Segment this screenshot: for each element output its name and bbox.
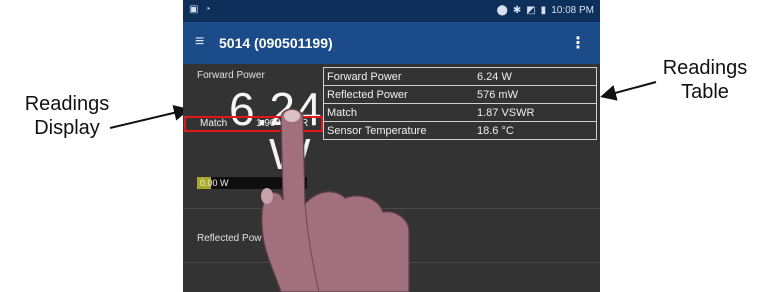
callout-right-line1: Readings (662, 57, 748, 79)
reflected-power-label: Reflected Pow (197, 233, 262, 244)
readings-display-callout: Readings Display (12, 92, 122, 140)
reading-value: 1.87 VSWR (474, 103, 597, 122)
table-row: Forward Power 6.24 W (323, 67, 597, 86)
reading-value: 18.6 °C (474, 121, 597, 140)
power-bar-start-label: 0.00 W (200, 178, 229, 188)
signal-icon: ◩ (526, 5, 536, 16)
overflow-menu-icon[interactable]: ⋮ (570, 33, 586, 53)
battery-icon: ▮ (540, 5, 547, 16)
app-bar: ≡ 5014 (090501199) ⋮ (183, 22, 600, 64)
readings-table-arrow (600, 81, 657, 101)
location-icon: ⬤ (496, 5, 508, 16)
forward-power-label: Forward Power (197, 70, 265, 81)
reading-name: Forward Power (323, 67, 474, 86)
screenshot-notification-icon: ▣ (189, 4, 199, 15)
reading-name: Reflected Power (323, 85, 474, 104)
status-time: 10:08 PM (551, 5, 594, 16)
callout-left-line1: Readings (24, 93, 110, 115)
readings-display-arrow (109, 104, 190, 129)
hamburger-menu-icon[interactable]: ≡ (195, 33, 204, 51)
device-title: 5014 (090501199) (219, 35, 333, 51)
status-bar: ▣ ◔ ⬤ ✱ ◩ ▮ 10:08 PM (183, 0, 600, 22)
pointing-hand-illustration (261, 108, 410, 292)
wifi-icon: ◔ (204, 4, 211, 15)
table-row: Reflected Power 576 mW (323, 85, 597, 104)
reading-value: 576 mW (474, 85, 597, 104)
tablet-screen: ▣ ◔ ⬤ ✱ ◩ ▮ 10:08 PM ≡ 5014 (090501199) … (183, 0, 600, 292)
callout-left-line2: Display (34, 117, 100, 139)
match-label: Match (200, 118, 228, 129)
callout-right-line2: Table (681, 81, 729, 103)
readings-table-callout: Readings Table (650, 56, 760, 104)
bluetooth-icon: ✱ (512, 5, 522, 16)
reading-value: 6.24 W (474, 67, 597, 86)
